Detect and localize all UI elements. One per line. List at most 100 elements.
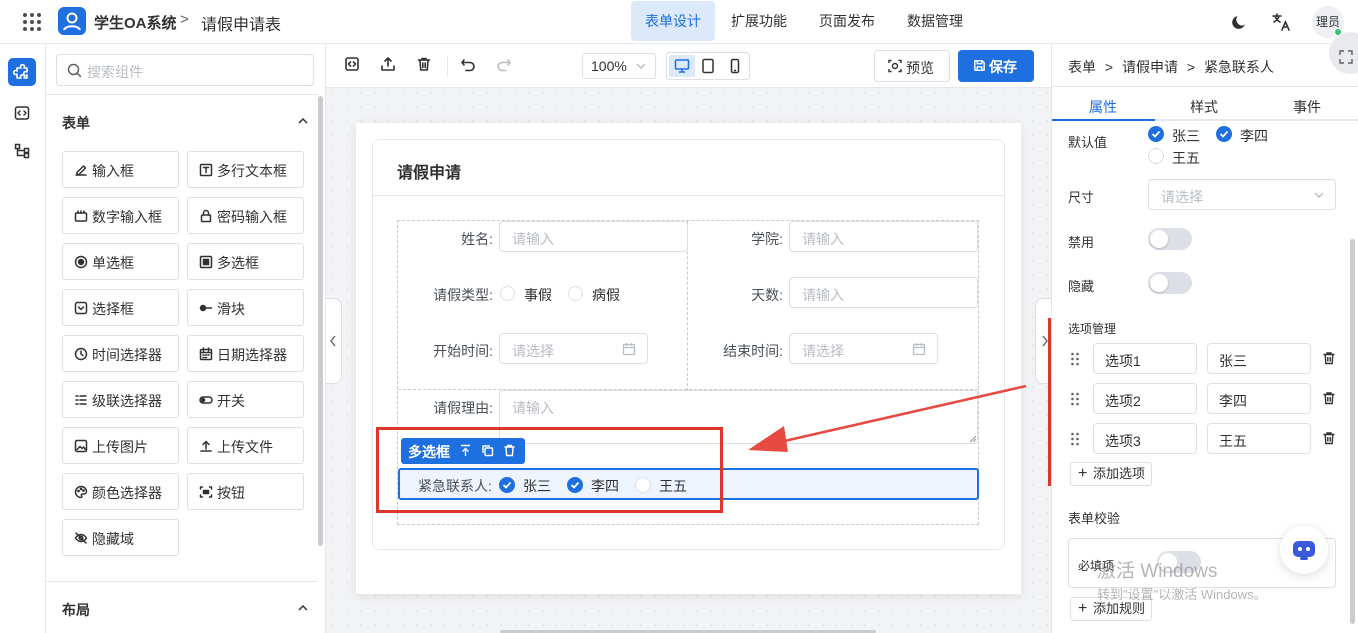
default-checkbox-lisi[interactable] (1216, 126, 1232, 142)
radio-personal-leave-label: 事假 (524, 287, 552, 303)
radio-sick-leave[interactable] (568, 286, 583, 301)
default-checkbox-wangwu[interactable] (1148, 148, 1164, 164)
option-value-input-2[interactable]: 选项2 (1093, 383, 1197, 414)
size-select[interactable]: 请选择 (1148, 179, 1336, 210)
image-icon (74, 439, 88, 453)
reason-placeholder: 请输入 (512, 400, 554, 416)
option-label-input-2[interactable]: 李四 (1207, 383, 1311, 414)
save-button[interactable]: 保存 (958, 50, 1034, 82)
college-label: 学院: (751, 231, 783, 247)
end-time-picker[interactable]: 请选择 (789, 333, 938, 364)
tab-events[interactable]: 事件 (1293, 97, 1321, 117)
desktop-view-button[interactable] (669, 55, 695, 77)
delete-trash-icon[interactable] (416, 56, 432, 72)
collapse-form-chevron-icon[interactable] (297, 116, 309, 126)
add-option-label: 添加选项 (1093, 466, 1146, 481)
disabled-toggle[interactable] (1148, 228, 1192, 250)
section-form-title: 表单 (62, 115, 90, 131)
chevron-down-icon (636, 63, 646, 69)
tab-properties[interactable]: 属性 (1089, 97, 1117, 117)
fullscreen-button[interactable] (1329, 32, 1358, 74)
textarea-icon (199, 163, 213, 177)
comp-password[interactable]: 密码输入框 (187, 197, 304, 234)
props-scrollbar[interactable] (1350, 239, 1355, 624)
comp-textarea[interactable]: 多行文本框 (187, 151, 304, 188)
rail-tree-icon[interactable] (14, 143, 30, 159)
days-input[interactable]: 请输入 (789, 277, 978, 308)
breadcrumb-form[interactable]: 表单 (1068, 59, 1096, 75)
drag-handle-icon[interactable] (1070, 392, 1080, 406)
collapse-left-panel-button[interactable] (326, 298, 342, 384)
select-icon (74, 301, 88, 315)
comp-color-picker[interactable]: 颜色选择器 (62, 473, 179, 510)
collapse-layout-chevron-icon[interactable] (297, 603, 309, 613)
component-search-input[interactable]: 搜索组件 (56, 54, 314, 86)
cascader-icon (75, 395, 87, 405)
panel-scrollbar[interactable] (318, 96, 323, 546)
comp-slider[interactable]: 滑块 (187, 289, 304, 326)
drag-handle-icon[interactable] (1070, 352, 1080, 366)
tab-extensions[interactable]: 扩展功能 (717, 1, 801, 41)
size-placeholder: 请选择 (1161, 189, 1203, 205)
comp-select[interactable]: 选择框 (62, 289, 179, 326)
comp-radio[interactable]: 单选框 (62, 243, 179, 280)
comp-upload-file[interactable]: 上传文件 (187, 427, 304, 464)
comp-upload-image[interactable]: 上传图片 (62, 427, 179, 464)
comp-number-input[interactable]: 数字输入框 (62, 197, 179, 234)
start-time-picker[interactable]: 请选择 (499, 333, 648, 364)
tablet-view-icon[interactable] (700, 58, 716, 74)
comp-password-label: 密码输入框 (217, 209, 287, 225)
option-label-input-1[interactable]: 张三 (1207, 343, 1311, 374)
comp-input[interactable]: 输入框 (62, 151, 179, 188)
mobile-view-icon[interactable] (727, 58, 743, 74)
comp-date-picker[interactable]: 日期选择器 (187, 335, 304, 372)
tab-data-management[interactable]: 数据管理 (893, 1, 977, 41)
leave-type-label: 请假类型: (433, 287, 493, 303)
rail-code-icon[interactable] (14, 105, 30, 121)
name-input[interactable]: 请输入 (499, 221, 688, 252)
translate-icon[interactable] (1271, 12, 1291, 32)
college-input[interactable]: 请输入 (789, 221, 978, 252)
code-view-icon[interactable] (344, 56, 360, 72)
start-time-label: 开始时间: (433, 343, 493, 359)
add-rule-label: 添加规则 (1093, 601, 1146, 616)
undo-icon[interactable] (460, 56, 476, 72)
toolbar-separator (447, 56, 448, 76)
comp-color-picker-label: 颜色选择器 (92, 485, 162, 501)
dark-mode-moon-icon[interactable] (1230, 13, 1248, 31)
add-option-button[interactable]: + 添加选项 (1070, 462, 1153, 486)
ai-assistant-button[interactable] (1280, 526, 1328, 574)
breadcrumb-leave-request[interactable]: 请假申请 (1122, 59, 1178, 75)
properties-panel: 表单 > 请假申请 > 紧急联系人 属性 样式 事件 默认值 张三 李四 王五 … (1051, 32, 1358, 633)
start-time-placeholder: 请选择 (512, 343, 554, 359)
option-label-input-3[interactable]: 王五 (1207, 423, 1311, 454)
default-checkbox-zhangsan[interactable] (1148, 126, 1164, 142)
tab-form-design[interactable]: 表单设计 (631, 1, 715, 41)
check-icon (1219, 130, 1229, 138)
export-icon[interactable] (380, 56, 396, 72)
comp-checkbox[interactable]: 多选框 (187, 243, 304, 280)
delete-option-trash-icon[interactable] (1322, 431, 1336, 445)
edit-pen-icon (75, 165, 87, 176)
rail-components-button[interactable] (8, 58, 36, 86)
hidden-toggle[interactable] (1148, 272, 1192, 294)
redo-icon[interactable] (496, 56, 512, 72)
option-value-input-1[interactable]: 选项1 (1093, 343, 1197, 374)
zoom-select[interactable]: 100% (582, 53, 656, 79)
apps-grid-icon[interactable] (22, 12, 42, 32)
comp-input-label: 输入框 (92, 163, 134, 179)
delete-option-trash-icon[interactable] (1322, 391, 1336, 405)
radio-personal-leave[interactable] (500, 286, 515, 301)
delete-option-trash-icon[interactable] (1322, 351, 1336, 365)
comp-switch[interactable]: 开关 (187, 381, 304, 418)
tab-style[interactable]: 样式 (1190, 97, 1218, 117)
comp-hidden-field[interactable]: 隐藏域 (62, 519, 179, 556)
preview-button[interactable]: 预览 (874, 50, 950, 82)
comp-button[interactable]: 按钮 (187, 473, 304, 510)
comp-time-picker[interactable]: 时间选择器 (62, 335, 179, 372)
drag-handle-icon[interactable] (1070, 432, 1080, 446)
plus-icon: + (1078, 600, 1088, 617)
comp-cascader[interactable]: 级联选择器 (62, 381, 179, 418)
option-value-input-3[interactable]: 选项3 (1093, 423, 1197, 454)
tab-page-publish[interactable]: 页面发布 (805, 1, 889, 41)
